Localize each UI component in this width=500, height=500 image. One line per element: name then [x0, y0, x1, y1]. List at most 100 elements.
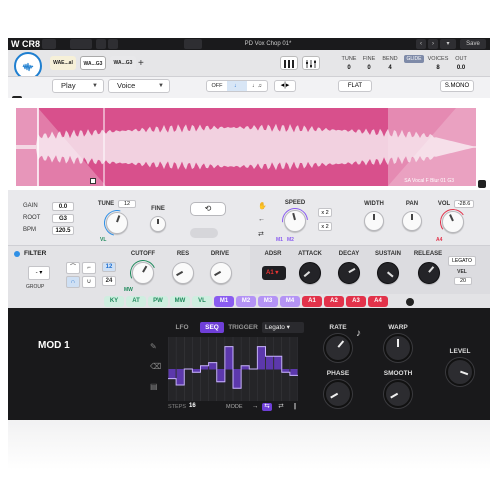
mod-source-tab-a2[interactable]: A2: [324, 296, 344, 307]
decay-knob[interactable]: [338, 262, 360, 284]
adsr-target-dropdown[interactable]: A1 ▾: [262, 266, 286, 280]
step-sequencer-grid[interactable]: [168, 337, 298, 401]
voices-value[interactable]: 8: [426, 65, 450, 71]
gain-value[interactable]: 0.0: [52, 202, 74, 211]
res-knob[interactable]: [172, 262, 194, 284]
bpm-value[interactable]: 120.5: [52, 226, 74, 235]
rate-knob[interactable]: [324, 334, 352, 362]
tab-seq[interactable]: SEQ: [200, 322, 224, 333]
loop-mode-toggle[interactable]: [190, 228, 218, 238]
trigger-dropdown[interactable]: Legato ▾: [262, 322, 304, 333]
undo-button[interactable]: [96, 39, 106, 49]
warp-knob[interactable]: [384, 334, 412, 362]
seq-step-bar[interactable]: [201, 365, 209, 370]
mode-forward-icon[interactable]: →: [250, 403, 260, 411]
speed-divide-button[interactable]: x 2: [318, 222, 332, 231]
reverse-icon[interactable]: ◂|▸: [274, 80, 296, 92]
tab-trigger[interactable]: TRIGGER: [226, 322, 260, 333]
seq-step-bar[interactable]: [233, 369, 241, 389]
save-button[interactable]: Save: [460, 39, 486, 49]
release-knob[interactable]: [418, 262, 440, 284]
seq-step-bar[interactable]: [176, 369, 184, 386]
sample-tab-2[interactable]: WA...G3: [80, 56, 106, 70]
arrow-left-icon[interactable]: ←: [258, 216, 265, 223]
seq-step-bar[interactable]: [217, 369, 225, 383]
pencil-icon[interactable]: ✎: [150, 342, 160, 352]
filter-notch-icon[interactable]: ∪: [82, 276, 96, 288]
steps-value[interactable]: 16: [189, 403, 196, 409]
preset-browser-button[interactable]: [184, 39, 202, 49]
seq-step-bar[interactable]: [274, 356, 282, 370]
pan-knob[interactable]: [402, 211, 422, 231]
filter-enable-toggle[interactable]: [14, 251, 20, 257]
seq-step-bar[interactable]: [225, 346, 233, 370]
prev-preset-button[interactable]: ‹: [416, 39, 426, 49]
seq-step-bar[interactable]: [209, 362, 217, 370]
vol-value[interactable]: -28.6: [454, 200, 474, 208]
fine-knob[interactable]: [150, 216, 166, 232]
sample-type-dropdown[interactable]: Voice ▼: [108, 79, 170, 93]
sample-tab-3[interactable]: WA...G3: [110, 56, 136, 70]
seq-step-bar[interactable]: [168, 369, 176, 380]
glide-button[interactable]: GLIDE: [404, 55, 424, 63]
keyboard-view-icon[interactable]: [280, 56, 298, 70]
note-sync-icon[interactable]: ♪: [356, 328, 361, 339]
vel-value[interactable]: 20: [454, 277, 472, 285]
redo-button[interactable]: [108, 39, 118, 49]
next-preset-button[interactable]: ›: [428, 39, 438, 49]
smooth-knob[interactable]: [384, 380, 412, 408]
out-value[interactable]: 0.0: [452, 65, 470, 71]
fine-value[interactable]: 0: [361, 65, 377, 71]
mod-source-tab-a4[interactable]: A4: [368, 296, 388, 307]
slope-24-button[interactable]: 24: [102, 276, 116, 286]
mod-source-tab-at[interactable]: AT: [126, 296, 146, 307]
slope-12-button[interactable]: 12: [102, 262, 116, 272]
history-back-button[interactable]: [70, 39, 92, 49]
bend-value[interactable]: 4: [380, 65, 400, 71]
group-dropdown[interactable]: - ▾: [28, 266, 50, 280]
waveform-display[interactable]: SA Vocal F Blur 01 G3: [16, 108, 476, 186]
stereo-mono-button[interactable]: S.MONO: [440, 80, 474, 92]
flat-button[interactable]: FLAT: [338, 80, 372, 92]
seq-step-bar[interactable]: [290, 369, 298, 376]
play-mode-dropdown[interactable]: Play ▼: [52, 79, 104, 93]
phase-knob[interactable]: [324, 380, 352, 408]
tune-value[interactable]: 0: [340, 65, 358, 71]
sustain-knob[interactable]: [377, 262, 399, 284]
mod-source-tab-a3[interactable]: A3: [346, 296, 366, 307]
speed-multiply-button[interactable]: x 2: [318, 208, 332, 217]
mod-source-tab-m3[interactable]: M3: [258, 296, 278, 307]
tune-knob-value[interactable]: 12: [118, 200, 136, 208]
shuffle-icon[interactable]: ⇄: [258, 230, 264, 238]
preset-name[interactable]: PD Vox Chop 01*: [208, 39, 328, 49]
drive-knob[interactable]: [210, 262, 232, 284]
menu-button[interactable]: [42, 39, 56, 49]
filter-bandpass-icon[interactable]: ∩: [66, 276, 80, 288]
mod-source-tab-ky[interactable]: KY: [104, 296, 124, 307]
mod-source-tab-m2[interactable]: M2: [236, 296, 256, 307]
mod-source-tab-mw[interactable]: MW: [170, 296, 190, 307]
mod-source-tab-a1[interactable]: A1: [302, 296, 322, 307]
seq-step-bar[interactable]: [257, 346, 265, 370]
mod-source-tab-m1[interactable]: M1: [214, 296, 234, 307]
mod-source-tab-pw[interactable]: PW: [148, 296, 168, 307]
seq-step-bar[interactable]: [266, 356, 274, 370]
mode-random-icon[interactable]: ⇄: [276, 403, 286, 411]
sample-tab-1[interactable]: WAE...al: [50, 56, 76, 70]
mode-pingpong-icon[interactable]: ⇆: [262, 403, 272, 411]
attack-knob[interactable]: [299, 262, 321, 284]
mod-source-tab-m4[interactable]: M4: [280, 296, 300, 307]
mode-pause-icon[interactable]: ∥: [290, 403, 300, 411]
filter-highpass-icon[interactable]: ⌐: [82, 262, 96, 274]
waveform-zoom-icon[interactable]: [478, 180, 486, 188]
mod-source-tab-vl[interactable]: VL: [192, 296, 212, 307]
waveform-resize-handle[interactable]: [90, 178, 96, 184]
filter-lowpass-icon[interactable]: ⌒: [66, 262, 80, 274]
mod-record-icon[interactable]: [406, 298, 414, 306]
seq-step-bar[interactable]: [241, 365, 249, 370]
loop-toggle-icon[interactable]: ⟲: [190, 202, 226, 216]
mixer-view-icon[interactable]: [302, 56, 320, 70]
eraser-icon[interactable]: ⌫: [150, 362, 161, 372]
root-value[interactable]: G3: [52, 214, 74, 223]
legato-button[interactable]: LEGATO: [448, 256, 476, 266]
